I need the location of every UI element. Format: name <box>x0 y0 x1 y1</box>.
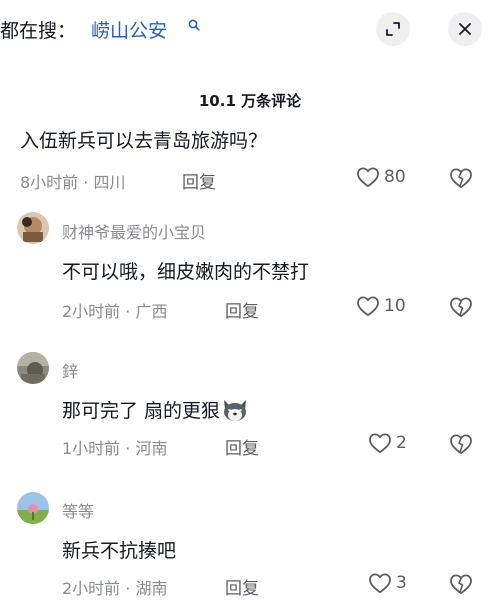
avatar[interactable] <box>17 212 49 244</box>
like-count: 2 <box>396 433 407 453</box>
like-count: 80 <box>384 167 406 187</box>
top-bar: 都在搜： 崂山公安 <box>0 0 500 62</box>
like-button[interactable]: 3 <box>368 572 407 594</box>
comment-item: 入伍新兵可以去青岛旅游吗？ 8小时前 · 四川 回复 80 <box>0 122 500 202</box>
avatar[interactable] <box>17 352 49 384</box>
like-count: 3 <box>396 573 407 593</box>
reply-button[interactable]: 回复 <box>225 434 259 459</box>
reply-text[interactable]: 不可以哦，细皮嫩肉的不禁打 <box>62 257 309 284</box>
husky-dog-emoji-icon <box>224 400 247 421</box>
reply-meta: 1小时前 · 河南 <box>62 439 168 458</box>
close-icon <box>459 23 471 35</box>
broken-heart-icon[interactable] <box>449 167 473 189</box>
reply-button[interactable]: 回复 <box>225 574 259 599</box>
broken-heart-icon[interactable] <box>449 296 473 318</box>
comment-text[interactable]: 入伍新兵可以去青岛旅游吗？ <box>20 126 267 153</box>
search-icon[interactable] <box>188 19 200 31</box>
reply-button[interactable]: 回复 <box>182 168 216 193</box>
broken-heart-icon[interactable] <box>449 573 473 595</box>
reply-author[interactable]: 等等 <box>62 498 94 522</box>
expand-icon <box>386 22 400 36</box>
reply-author[interactable]: 鋅 <box>62 358 78 382</box>
avatar[interactable] <box>17 492 49 524</box>
like-count: 10 <box>384 296 406 316</box>
heart-icon <box>357 167 379 188</box>
broken-heart-icon[interactable] <box>449 433 473 455</box>
reply-item: 财神爷最爱的小宝贝 不可以哦，细皮嫩肉的不禁打 2小时前 · 广西 回复 10 <box>0 210 500 322</box>
trending-search-link[interactable]: 崂山公安 <box>91 16 167 43</box>
reply-author[interactable]: 财神爷最爱的小宝贝 <box>62 219 206 243</box>
reply-meta: 2小时前 · 广西 <box>62 302 168 321</box>
comment-meta: 8小时前 · 四川 <box>20 173 126 192</box>
heart-icon <box>369 573 391 594</box>
comment-count: 10.1 万条评论 <box>198 92 302 110</box>
reply-item: 等等 新兵不抗揍吧 2小时前 · 湖南 回复 3 <box>0 487 500 600</box>
close-button[interactable] <box>448 12 482 46</box>
like-button[interactable]: 80 <box>356 166 406 188</box>
reply-text[interactable]: 那可完了 扇的更狠 <box>62 396 249 423</box>
reply-meta: 2小时前 · 湖南 <box>62 579 168 598</box>
reply-button[interactable]: 回复 <box>225 297 259 322</box>
expand-button[interactable] <box>376 12 410 46</box>
search-prefix: 都在搜： <box>0 20 77 42</box>
reply-item: 鋅 那可完了 扇的更狠 1小时前 · 河南 回复 2 <box>0 346 500 459</box>
like-button[interactable]: 2 <box>368 432 407 454</box>
heart-icon <box>369 433 391 454</box>
reply-text[interactable]: 新兵不抗揍吧 <box>62 536 176 563</box>
like-button[interactable]: 10 <box>356 295 406 317</box>
heart-icon <box>357 296 379 317</box>
